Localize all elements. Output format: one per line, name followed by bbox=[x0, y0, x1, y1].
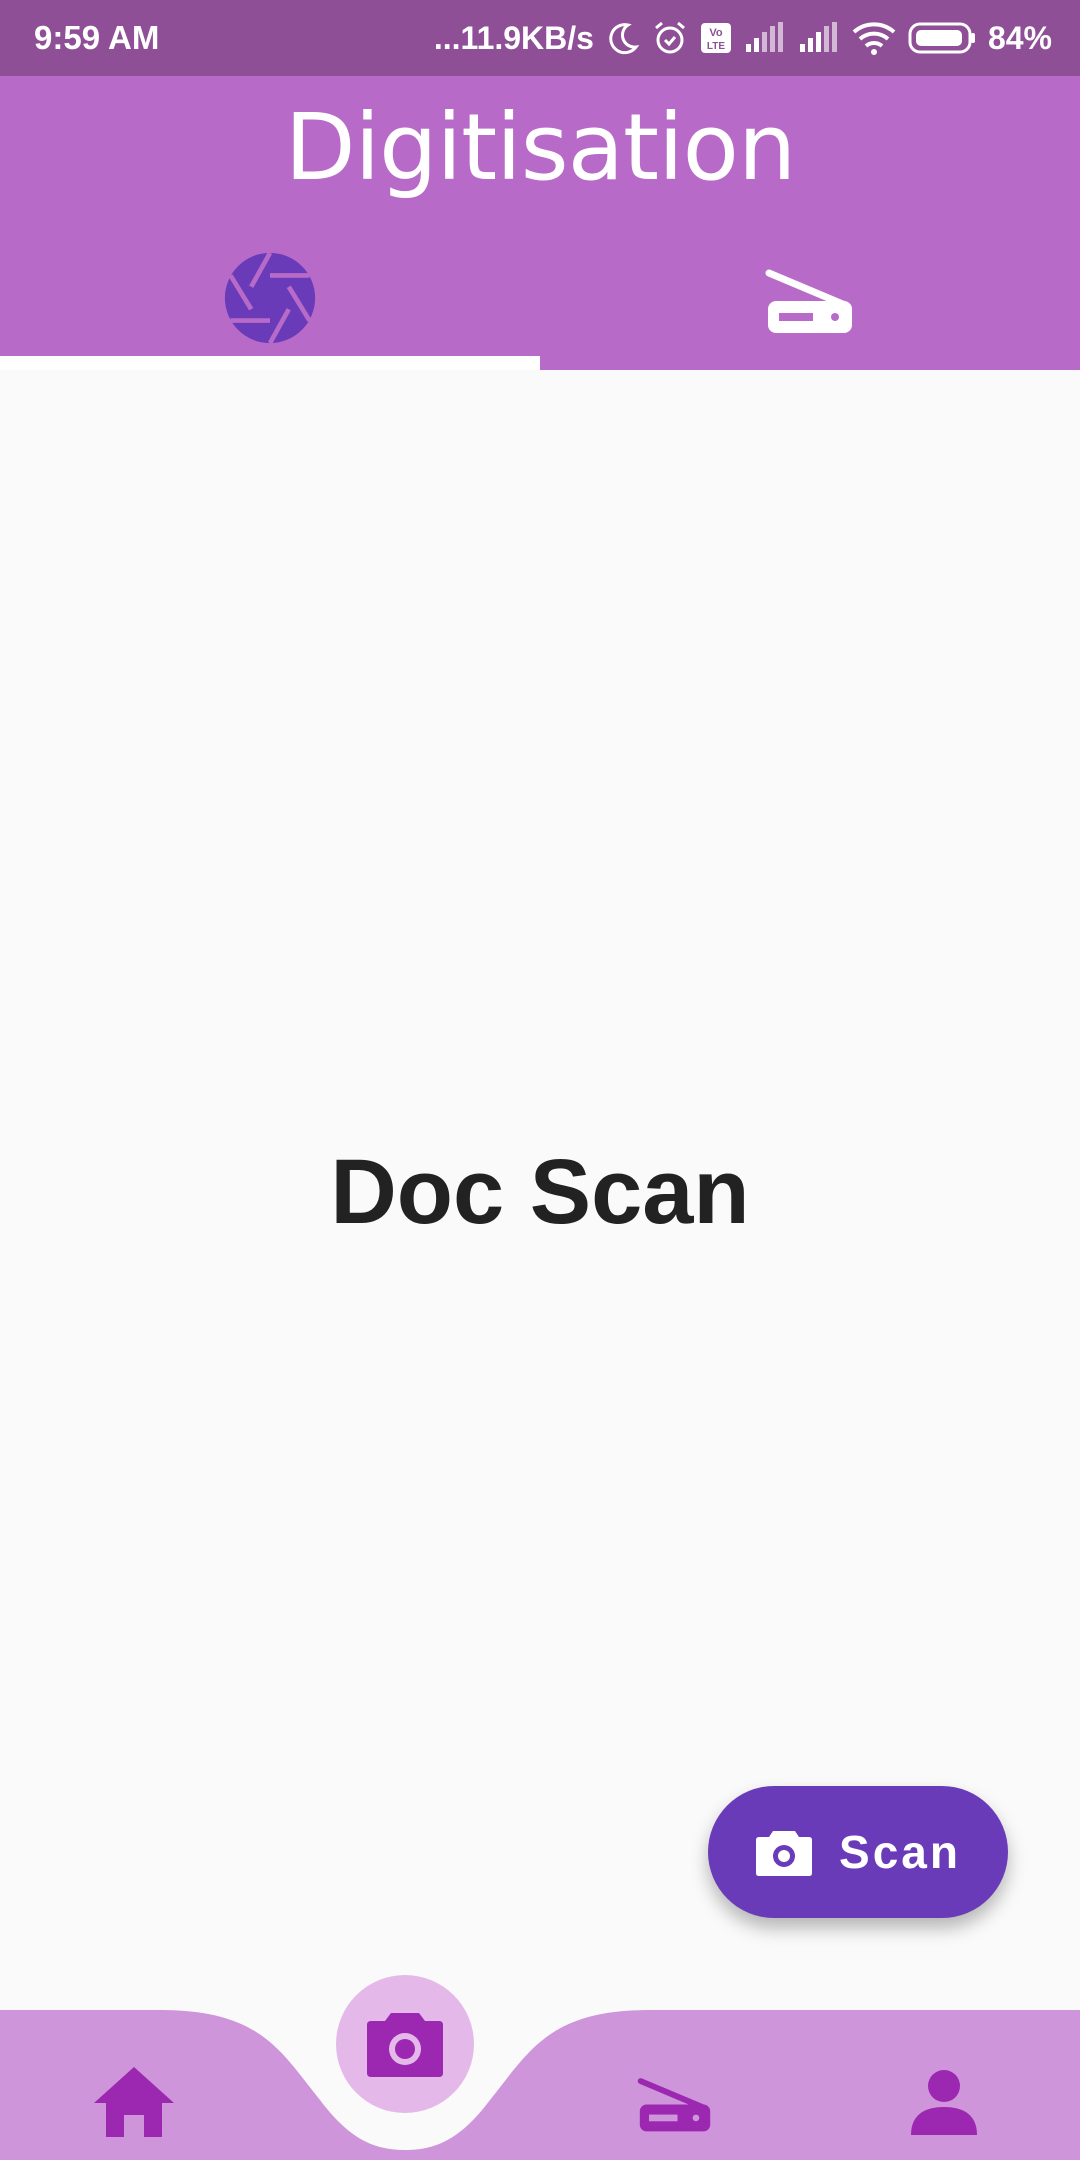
wifi-icon bbox=[852, 22, 896, 55]
bottom-nav bbox=[0, 1975, 1080, 2160]
home-icon bbox=[94, 2067, 174, 2137]
camera-icon bbox=[756, 1831, 813, 1876]
aperture-icon bbox=[224, 251, 316, 345]
status-time: 9:59 AM bbox=[34, 19, 160, 56]
signal-icon bbox=[745, 22, 783, 52]
network-speed: ...11.9KB/s bbox=[433, 19, 594, 56]
app-bar: Digitisation bbox=[0, 76, 1080, 370]
page-title: Digitisation bbox=[284, 94, 797, 201]
nav-home[interactable] bbox=[84, 2052, 184, 2152]
tab-scanner[interactable] bbox=[540, 226, 1080, 370]
alarm-icon bbox=[654, 21, 685, 54]
status-bar: 9:59 AM ...11.9KB/s Vo LTE 84% bbox=[0, 0, 1080, 76]
tab-indicator bbox=[0, 356, 540, 370]
nav-camera[interactable] bbox=[336, 1975, 474, 2113]
scan-button[interactable]: Scan bbox=[708, 1786, 1008, 1918]
scan-button-label: Scan bbox=[839, 1826, 961, 1878]
battery-percent: 84% bbox=[987, 19, 1052, 56]
tab-camera[interactable] bbox=[0, 226, 540, 370]
scanner-icon bbox=[765, 269, 852, 333]
status-icons: ...11.9KB/s Vo LTE 84% bbox=[434, 20, 1052, 57]
main-heading: Doc Scan bbox=[330, 1141, 750, 1243]
camera-icon bbox=[367, 2013, 443, 2077]
moon-icon bbox=[609, 23, 640, 55]
svg-text:Vo: Vo bbox=[709, 27, 723, 39]
scanner-icon bbox=[637, 2078, 711, 2132]
nav-scanner[interactable] bbox=[625, 2052, 725, 2152]
person-icon bbox=[911, 2070, 977, 2135]
nav-profile[interactable] bbox=[894, 2052, 994, 2152]
signal-icon bbox=[799, 22, 837, 52]
svg-text:LTE: LTE bbox=[707, 41, 725, 52]
volte-icon: Vo LTE bbox=[700, 23, 731, 53]
battery-icon bbox=[908, 22, 975, 54]
